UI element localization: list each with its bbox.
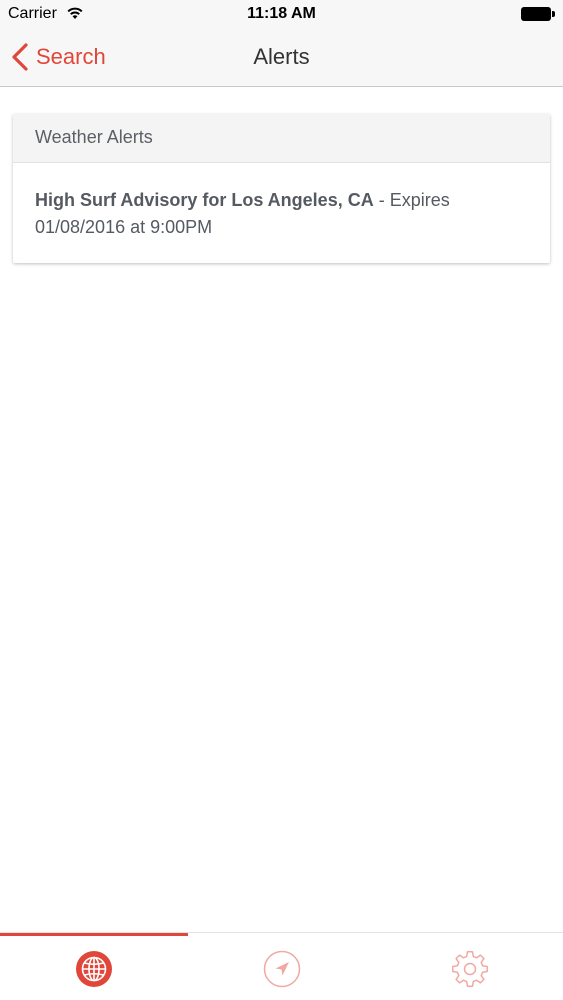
- alert-item[interactable]: High Surf Advisory for Los Angeles, CA -…: [13, 163, 550, 241]
- tab-location[interactable]: [188, 936, 376, 1000]
- card-header: Weather Alerts: [13, 114, 550, 163]
- alert-title: High Surf Advisory for Los Angeles, CA: [35, 190, 374, 210]
- tab-settings[interactable]: [376, 936, 563, 1000]
- battery-icon: [521, 7, 555, 21]
- location-arrow-icon: [263, 950, 301, 987]
- weather-alerts-card: Weather Alerts High Surf Advisory for Lo…: [13, 114, 550, 263]
- status-bar: Carrier 11:18 AM: [0, 0, 563, 28]
- status-time: 11:18 AM: [247, 5, 316, 22]
- globe-icon: [76, 950, 112, 987]
- tab-bar: [0, 932, 563, 1000]
- tab-alerts[interactable]: [0, 936, 188, 1000]
- navigation-bar: Search Alerts: [0, 28, 563, 87]
- page-title: Alerts: [253, 44, 310, 69]
- gear-icon: [452, 950, 488, 987]
